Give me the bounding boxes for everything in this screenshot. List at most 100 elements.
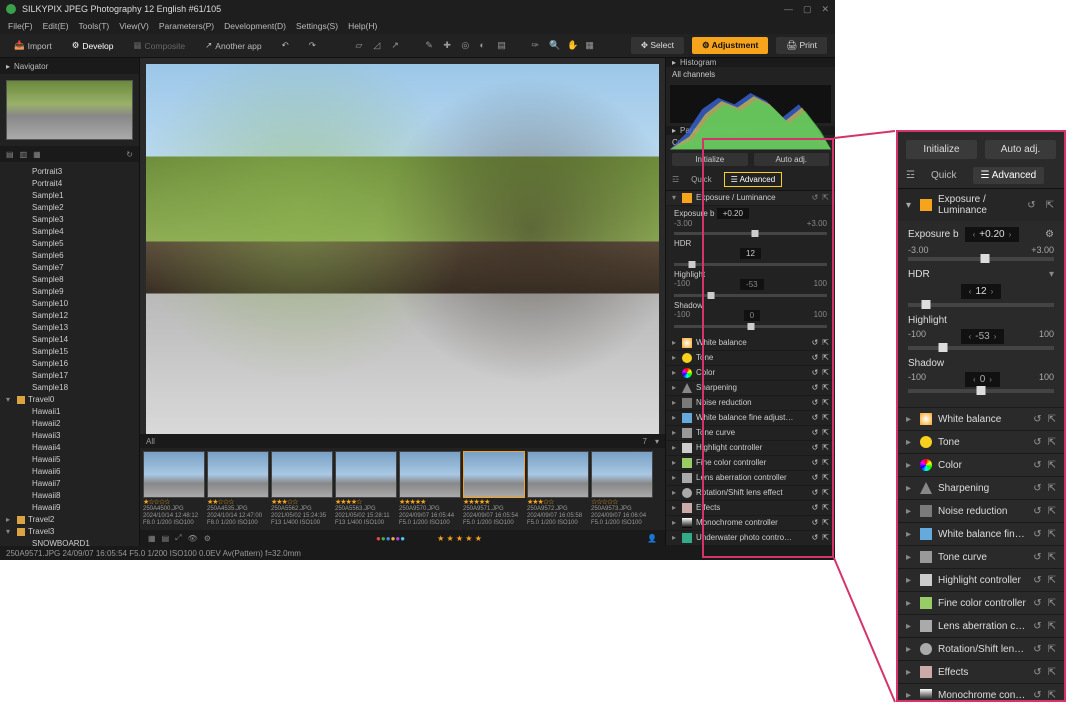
tree-item[interactable]: Sample3 — [2, 214, 137, 226]
tree-item[interactable]: Hawaii2 — [2, 418, 137, 430]
undo-icon[interactable]: ↺ — [1025, 200, 1037, 211]
thumbnail[interactable]: ★★★★★250A9571.JPG2024/09/07 16:05:54F5.0… — [463, 451, 525, 527]
undo-icon[interactable]: ↺ — [812, 338, 819, 347]
zoom-initialize-button[interactable]: Initialize — [906, 140, 977, 159]
quick-tab[interactable]: Quick — [685, 173, 717, 186]
popout-icon[interactable]: ⇱ — [1044, 200, 1056, 211]
undo-icon[interactable]: ↺ — [812, 488, 819, 497]
acc-row-lens[interactable]: ▸Lens aberration controller↺⇱ — [898, 614, 1064, 637]
tree-item[interactable]: Sample10 — [2, 298, 137, 310]
tree-item[interactable]: Hawaii7 — [2, 478, 137, 490]
popout-icon[interactable]: ⇱ — [822, 368, 829, 377]
acc-row-nr[interactable]: ▸Noise reduction↺⇱ — [666, 396, 835, 411]
redo-icon[interactable]: ↷ — [303, 38, 322, 53]
tree-item[interactable]: Sample18 — [2, 382, 137, 394]
import-button[interactable]: 📥 Import — [8, 38, 58, 53]
popout-icon[interactable]: ⇱ — [1048, 575, 1056, 586]
acc-row-mono[interactable]: ▸Monochrome controller↺⇱ — [898, 683, 1064, 702]
acc-row-wbf[interactable]: ▸White balance fine adjust…↺⇱ — [898, 522, 1064, 545]
hand-icon[interactable]: ✋ — [567, 40, 579, 52]
undo-icon[interactable]: ↺ — [812, 518, 819, 527]
nav-tool-icon[interactable]: ▥ — [20, 150, 28, 159]
auto-exposure-icon[interactable]: ⚙ — [1045, 229, 1054, 240]
undo-icon[interactable]: ↶ — [276, 38, 295, 53]
undo-icon[interactable]: ↺ — [1033, 575, 1041, 586]
acc-row-wb[interactable]: ▸White balance↺⇱ — [898, 407, 1064, 430]
thumbnail[interactable]: ★★★★☆250A5563.JPG2021/05/02 15:28:11F13 … — [335, 451, 397, 527]
acc-row-wb[interactable]: ▸White balance↺⇱ — [666, 336, 835, 351]
shadow-value[interactable]: ‹0› — [965, 372, 1000, 387]
acc-row-wbf[interactable]: ▸White balance fine adjust…↺⇱ — [666, 411, 835, 426]
view-icon[interactable]: ⤢ — [175, 533, 181, 543]
advanced-tab[interactable]: ☰ Advanced — [724, 172, 783, 187]
zoom-advanced-tab[interactable]: ☰ Advanced — [973, 167, 1045, 184]
tree-item[interactable]: Sample13 — [2, 322, 137, 334]
user-icon[interactable]: 👤 — [647, 534, 657, 543]
acc-row-sharp[interactable]: ▸Sharpening↺⇱ — [666, 381, 835, 396]
highlight-value[interactable]: ‹-53› — [961, 329, 1005, 344]
exposure-slider[interactable] — [908, 257, 1054, 261]
tree-folder[interactable]: ▾Travel3 — [2, 526, 137, 538]
thumbnail[interactable]: ★★★★★250A9570.JPG2024/09/07 16:05:44F5.0… — [399, 451, 461, 527]
menu-file[interactable]: File(F) — [8, 21, 33, 31]
nav-tool-icon[interactable]: ▦ — [33, 150, 41, 159]
acc-row-uw[interactable]: ▸Underwater photo contro…↺⇱ — [666, 531, 835, 546]
menu-help[interactable]: Help(H) — [348, 21, 377, 31]
popout-icon[interactable]: ⇱ — [822, 473, 829, 482]
straighten-icon[interactable]: ↗ — [391, 40, 403, 52]
popout-icon[interactable]: ⇱ — [822, 428, 829, 437]
acc-row-lens[interactable]: ▸Lens aberration controller↺⇱ — [666, 471, 835, 486]
acc-row-fx[interactable]: ▸Effects↺⇱ — [898, 660, 1064, 683]
tree-item[interactable]: Sample8 — [2, 274, 137, 286]
thumbnail[interactable]: ★★★☆☆250A9572.JPG2024/09/07 16:05:58F5.0… — [527, 451, 589, 527]
undo-icon[interactable]: ↺ — [1033, 414, 1041, 425]
clone-icon[interactable]: ◎ — [461, 40, 473, 52]
undo-icon[interactable]: ↺ — [1033, 483, 1041, 494]
menu-settings[interactable]: Settings(S) — [296, 21, 338, 31]
tree-item[interactable]: SNOWBOARD1 — [2, 538, 137, 546]
tree-item[interactable]: Sample17 — [2, 370, 137, 382]
acc-row-hl[interactable]: ▸Highlight controller↺⇱ — [666, 441, 835, 456]
tree-item[interactable]: Hawaii9 — [2, 502, 137, 514]
undo-icon[interactable]: ↺ — [1033, 529, 1041, 540]
auto-adjust-button[interactable]: Auto adj. — [754, 153, 830, 166]
undo-icon[interactable]: ↺ — [1033, 621, 1041, 632]
gradient-icon[interactable]: ▤ — [497, 40, 509, 52]
acc-row-mono[interactable]: ▸Monochrome controller↺⇱ — [666, 516, 835, 531]
thumbnail[interactable]: ☆☆☆☆☆250A9573.JPG2024/09/07 16:06:04F5.0… — [591, 451, 653, 527]
tree-item[interactable]: Sample15 — [2, 346, 137, 358]
mask-icon[interactable]: ◐ — [479, 40, 491, 52]
popout-icon[interactable]: ⇱ — [1048, 667, 1056, 678]
undo-icon[interactable]: ↺ — [812, 428, 819, 437]
undo-icon[interactable]: ↺ — [812, 443, 819, 452]
composite-button[interactable]: ▦ Composite — [128, 38, 192, 53]
histogram-channels[interactable]: All channels — [666, 67, 835, 82]
popout-icon[interactable]: ⇱ — [822, 458, 829, 467]
another-app-button[interactable]: ↗ Another app — [199, 38, 267, 53]
highlight-slider[interactable] — [908, 346, 1054, 350]
undo-icon[interactable]: ↺ — [812, 398, 819, 407]
undo-icon[interactable]: ↺ — [812, 503, 819, 512]
undo-icon[interactable]: ↺ — [1033, 598, 1041, 609]
view-icon[interactable]: 👁 — [188, 534, 198, 543]
acc-row-fx[interactable]: ▸Effects↺⇱ — [666, 501, 835, 516]
tree-item[interactable]: Hawaii1 — [2, 406, 137, 418]
undo-icon[interactable]: ↺ — [812, 383, 819, 392]
tree-item[interactable]: Sample1 — [2, 190, 137, 202]
tree-item[interactable]: Sample12 — [2, 310, 137, 322]
tree-item[interactable]: Sample4 — [2, 226, 137, 238]
heal-icon[interactable]: ✚ — [443, 40, 455, 52]
tree-item[interactable]: Hawaii3 — [2, 430, 137, 442]
acc-row-color[interactable]: ▸Color↺⇱ — [898, 453, 1064, 476]
acc-row-rot[interactable]: ▸Rotation/Shift lens effect↺⇱ — [898, 637, 1064, 660]
zoom-auto-adjust-button[interactable]: Auto adj. — [985, 140, 1056, 159]
menu-edit[interactable]: Edit(E) — [43, 21, 69, 31]
tree-item[interactable]: Hawaii5 — [2, 454, 137, 466]
acc-row-rot[interactable]: ▸Rotation/Shift lens effect↺⇱ — [666, 486, 835, 501]
nav-tool-icon[interactable]: ▤ — [6, 150, 14, 159]
popout-icon[interactable]: ⇱ — [1048, 460, 1056, 471]
popout-icon[interactable]: ⇱ — [822, 488, 829, 497]
eyedrop-icon[interactable]: ✑ — [531, 40, 543, 52]
develop-button[interactable]: ⚙ Develop — [66, 38, 120, 53]
thumbnail[interactable]: ★☆☆☆☆250A4500.JPG2024/10/14 12:48:12F8.0… — [143, 451, 205, 527]
